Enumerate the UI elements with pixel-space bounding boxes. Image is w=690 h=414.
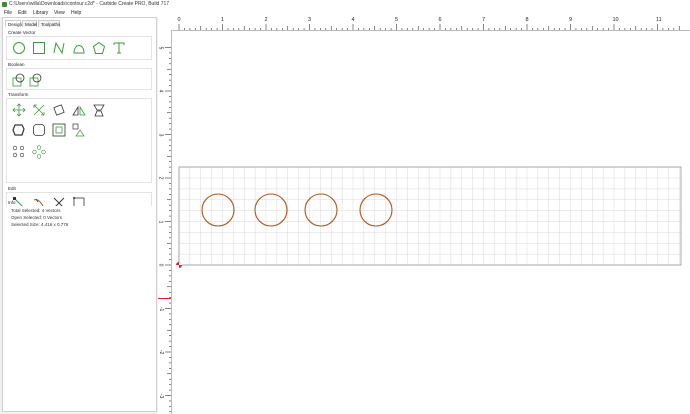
grid-array-icon[interactable] xyxy=(32,145,46,159)
window-title: C:\Users\willa\Downloads\contour.c2d* - … xyxy=(9,1,170,7)
ruler-x-label: 11 xyxy=(656,17,662,23)
round-corners-icon[interactable] xyxy=(32,123,46,137)
ruler-y-label: 1 xyxy=(157,220,164,223)
rotate-icon[interactable] xyxy=(52,103,66,117)
ruler-x-label: 7 xyxy=(482,17,486,23)
text-icon[interactable] xyxy=(112,41,126,55)
ruler-x-label: 9 xyxy=(569,17,573,23)
tab-design[interactable]: Design xyxy=(5,20,22,27)
boolean-union-icon[interactable] xyxy=(12,73,26,87)
boolean-subtract-icon[interactable] xyxy=(29,73,43,87)
curve-icon[interactable] xyxy=(72,41,86,55)
menu-view[interactable]: View xyxy=(54,10,65,16)
vector-circle-4[interactable] xyxy=(359,193,393,227)
mirror-icon[interactable] xyxy=(72,103,86,117)
vector-circle-3[interactable] xyxy=(304,193,338,227)
ruler-x-label: 8 xyxy=(525,17,529,23)
menu-edit[interactable]: Edit xyxy=(18,10,27,16)
section-boolean-title: Boolean xyxy=(8,62,25,67)
ruler-y-label: 3 xyxy=(157,133,164,136)
offset-icon[interactable] xyxy=(12,123,26,137)
section-info-title: Info xyxy=(8,200,16,205)
section-transform-title: Transform xyxy=(8,92,29,97)
info-open-selected: Open Selected: 0 Vectors xyxy=(11,215,63,220)
ruler-x-label: 4 xyxy=(351,17,355,23)
circle-icon[interactable] xyxy=(12,41,26,55)
vector-circle-2[interactable] xyxy=(254,193,288,227)
stock-material-boundary xyxy=(178,166,682,266)
ruler-x-label: 3 xyxy=(308,17,312,23)
ruler-x-label: 2 xyxy=(264,17,268,23)
section-create-vector xyxy=(6,36,152,60)
menu-file[interactable]: File xyxy=(4,10,12,16)
ruler-y-label: -3 xyxy=(158,393,165,398)
vector-circle-1[interactable] xyxy=(201,193,235,227)
menu-bar: File Edit Library View Help xyxy=(0,9,690,17)
vertical-ruler: 5 4 3 2 1 0 -1 -2 -3 xyxy=(157,30,172,414)
tab-toolpaths[interactable]: Toolpaths xyxy=(38,20,60,27)
array-icon[interactable] xyxy=(12,145,26,159)
ruler-x-label: 10 xyxy=(612,17,619,23)
section-create-vector-title: Create Vector xyxy=(8,30,36,35)
ruler-y-label: -2 xyxy=(158,349,165,355)
section-edit-title: Edit xyxy=(8,186,16,191)
move-icon[interactable] xyxy=(12,103,26,117)
section-boolean xyxy=(6,68,152,90)
align-icon[interactable] xyxy=(92,103,106,117)
origin-marker xyxy=(176,262,182,268)
menu-library[interactable]: Library xyxy=(33,10,48,16)
ruler-x-label: 0 xyxy=(177,17,181,23)
tile-icon[interactable] xyxy=(72,123,86,137)
section-transform xyxy=(6,98,152,183)
polygon-icon[interactable] xyxy=(92,41,106,55)
ruler-y-label: 4 xyxy=(157,89,164,93)
ruler-y-label: 5 xyxy=(157,46,164,49)
info-total-selected: Total Selected: 4 Vectors xyxy=(11,208,61,213)
title-bar: C:\Users\willa\Downloads\contour.c2d* - … xyxy=(0,0,690,9)
app-icon xyxy=(2,2,7,7)
rectangle-icon[interactable] xyxy=(32,41,46,55)
design-panel: Design Model Toolpaths Create Vector Boo… xyxy=(2,17,157,412)
scale-icon[interactable] xyxy=(32,103,46,117)
ruler-x-label: 5 xyxy=(395,17,399,23)
inset-icon[interactable] xyxy=(52,123,66,137)
ruler-y-label: -1 xyxy=(158,306,165,311)
cursor-position-marker xyxy=(158,298,171,299)
ruler-x-label: 1 xyxy=(221,17,225,23)
menu-help[interactable]: Help xyxy=(71,10,81,16)
polyline-icon[interactable] xyxy=(52,41,66,55)
ruler-y-label: 0 xyxy=(157,263,164,267)
info-selected-size: Selected Size: 4.416 x 0.776 xyxy=(11,222,69,227)
ruler-x-label: 6 xyxy=(438,17,442,23)
ruler-y-label: 2 xyxy=(157,176,164,180)
horizontal-ruler: 0 1 2 3 4 5 6 7 8 9 10 11 xyxy=(158,17,690,31)
design-canvas[interactable]: 0 1 2 3 4 5 6 7 8 9 10 11 5 4 3 2 1 0 -1 -2 -3 xyxy=(157,17,690,414)
tab-model[interactable]: Model xyxy=(22,20,37,27)
